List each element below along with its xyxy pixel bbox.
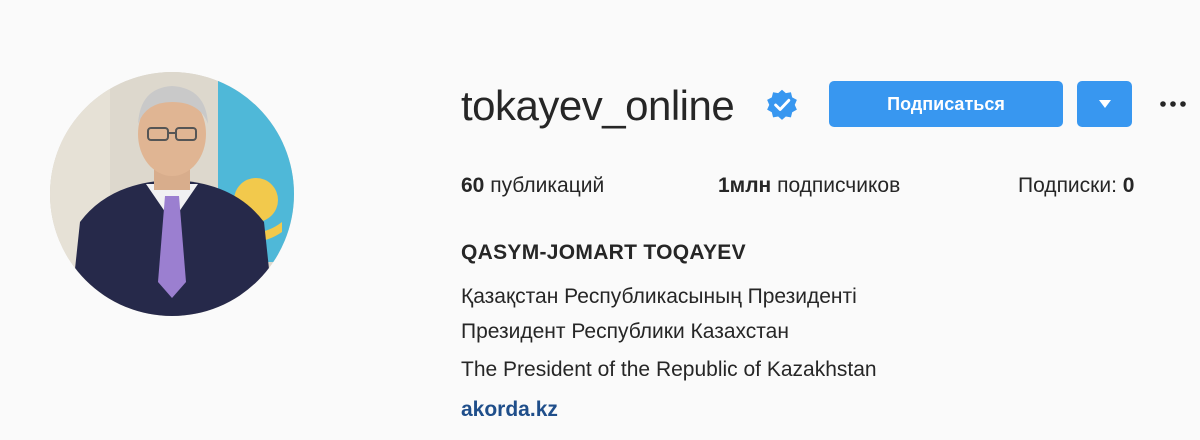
followers-count-stat[interactable]: 1млн подписчиков xyxy=(718,172,900,200)
verified-badge-icon xyxy=(767,89,797,120)
following-count: 0 xyxy=(1122,174,1135,197)
bio-line: Президент Республики Казахстан xyxy=(461,320,789,343)
website-link[interactable]: akorda.kz xyxy=(461,396,558,424)
username: tokayev_online xyxy=(461,82,735,129)
profile-header: tokayev_online Подписаться 60 публикаций… xyxy=(0,0,1200,440)
posts-count-stat: 60 публикаций xyxy=(461,172,604,200)
followers-label: подписчиков xyxy=(777,174,901,197)
following-count-stat[interactable]: Подписки: 0 xyxy=(1018,172,1134,200)
follow-button[interactable]: Подписаться xyxy=(829,81,1063,127)
following-label: Подписки: xyxy=(1018,174,1117,197)
caret-down-icon xyxy=(1098,100,1111,108)
avatar[interactable] xyxy=(50,72,294,316)
more-options-icon[interactable] xyxy=(1156,92,1190,116)
avatar-photo xyxy=(50,72,294,316)
followers-count: 1млн xyxy=(718,174,772,197)
posts-count: 60 xyxy=(461,174,485,197)
posts-label: публикаций xyxy=(490,174,605,197)
suggestions-dropdown-button[interactable] xyxy=(1077,81,1132,127)
bio-line: Қазақстан Республикасының Президенті xyxy=(461,285,857,308)
full-name: QASYM-JOMART TOQAYEV xyxy=(461,241,746,264)
bio-line: The President of the Republic of Kazakhs… xyxy=(461,358,877,381)
